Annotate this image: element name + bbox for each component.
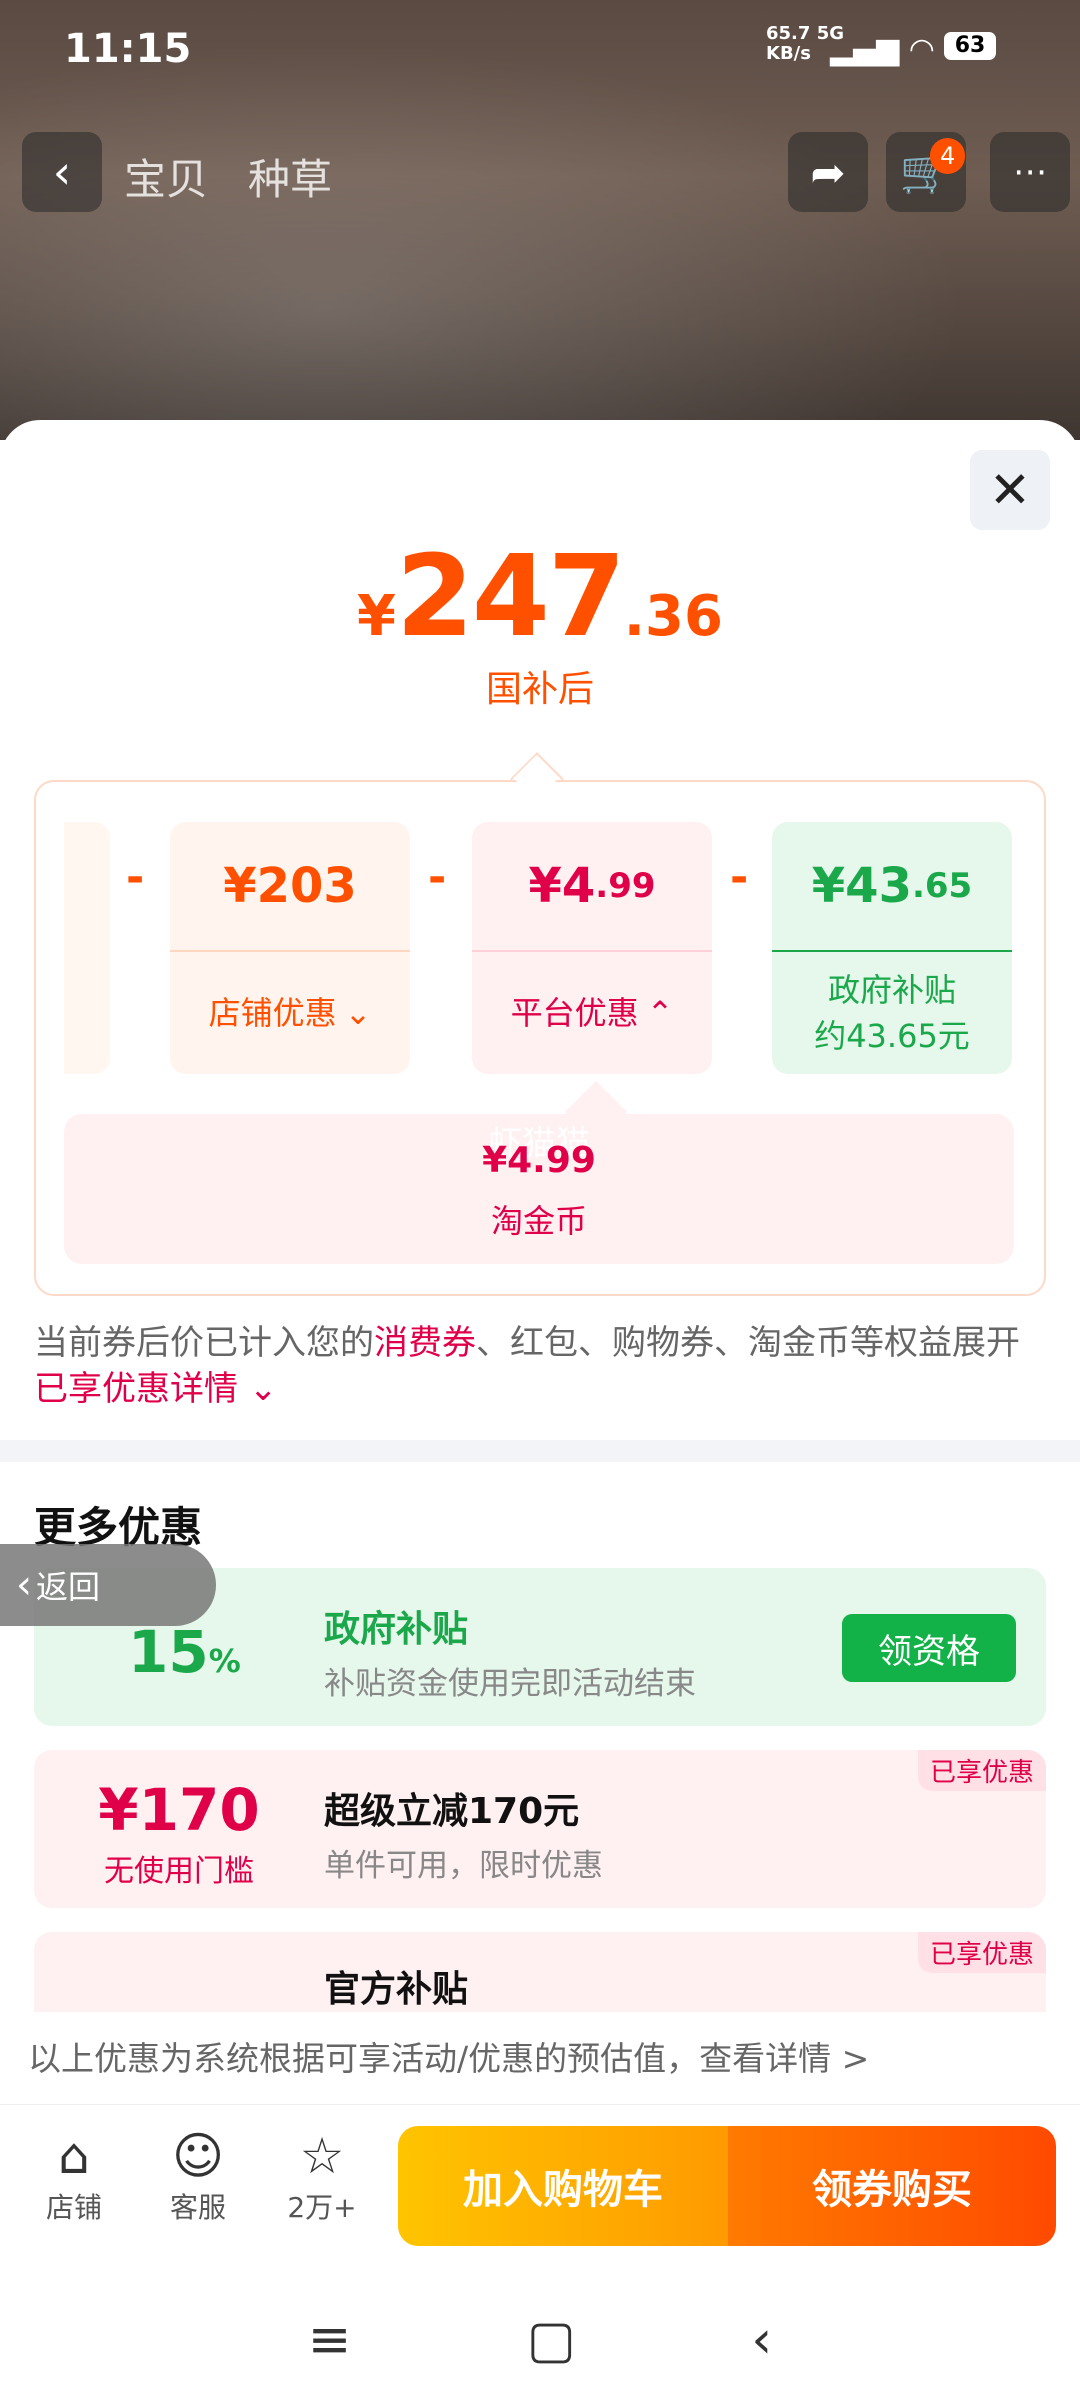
back-icon[interactable]: ‹	[751, 2310, 772, 2370]
minus-sign: -	[126, 852, 145, 903]
status-time: 11:15	[64, 26, 192, 72]
more-icon: ⋯	[1013, 152, 1047, 192]
shop-discount-card[interactable]: ¥203 店铺优惠 ⌄	[170, 822, 410, 1074]
battery-icon: 63	[944, 32, 996, 60]
shop-button[interactable]: ⌂ 店铺	[24, 2126, 124, 2226]
buy-with-coupon-button[interactable]: 领券购买	[728, 2126, 1056, 2246]
close-button[interactable]: ✕	[970, 450, 1050, 530]
enjoyed-tag: 已享优惠	[917, 1932, 1046, 1973]
final-price: ¥247.36	[357, 532, 723, 662]
coin-amount: ¥4.99	[482, 1140, 596, 1181]
enjoyed-tag: 已享优惠	[917, 1750, 1046, 1791]
return-button[interactable]: ‹ 返回	[0, 1544, 216, 1626]
chevron-left-icon: ‹	[52, 145, 72, 199]
price-label: 国补后	[485, 669, 594, 710]
home-icon[interactable]: ▢	[527, 2310, 576, 2370]
back-button[interactable]: ‹	[22, 132, 102, 212]
chevron-down-icon: ⌄	[248, 1369, 278, 1409]
close-icon: ✕	[989, 461, 1031, 519]
nav-tabs: 宝贝 种草	[124, 146, 372, 207]
estimate-disclaimer-link[interactable]: 以上优惠为系统根据可享活动/优惠的预估值，查看详情 >	[28, 2032, 869, 2080]
minus-sign: -	[730, 852, 749, 903]
claim-qualification-button[interactable]: 领资格	[842, 1614, 1016, 1682]
discount-details-link[interactable]: 已享优惠详情 ⌄	[34, 1369, 277, 1409]
favorite-button[interactable]: ☆ 2万+	[272, 2126, 372, 2226]
gov-subsidy-card[interactable]: ¥43.65 政府补贴 约43.65元	[772, 822, 1012, 1074]
tab-seeding[interactable]: 种草	[248, 155, 332, 204]
customer-service-button[interactable]: ☺ 客服	[148, 2126, 248, 2226]
add-to-cart-button[interactable]: 加入购物车	[398, 2126, 728, 2246]
signal-wifi-icon: ▂▄▆ ◠	[830, 32, 935, 67]
offer-instant-discount: 已享优惠 ¥170 无使用门槛 超级立减170元 单件可用，限时优惠	[34, 1750, 1046, 1908]
offer-official-subsidy: 已享优惠 官方补贴	[34, 1932, 1046, 2012]
section-divider	[0, 1440, 1080, 1462]
chevron-up-icon: ⌃	[646, 994, 674, 1032]
share-icon: ➦	[810, 147, 846, 197]
chevron-left-icon: ‹	[16, 1562, 32, 1608]
share-button[interactable]: ➦	[788, 132, 868, 212]
platform-discount-card[interactable]: ¥4.99 平台优惠 ⌃	[472, 822, 712, 1074]
more-button[interactable]: ⋯	[990, 132, 1070, 212]
chevron-down-icon: ⌄	[344, 994, 372, 1032]
discount-note: 当前券后价已计入您的消费券、红包、购物券、淘金币等权益展开已享优惠详情 ⌄	[34, 1323, 1020, 1409]
system-navigation-bar: ≡ ▢ ‹	[0, 2280, 1080, 2400]
recent-apps-icon[interactable]: ≡	[308, 2310, 352, 2370]
tab-product[interactable]: 宝贝	[124, 155, 208, 204]
store-icon: ⌂	[58, 2127, 90, 2185]
minus-sign: -	[428, 852, 447, 903]
coin-label: 淘金币	[490, 1202, 587, 1240]
chat-face-icon: ☺	[171, 2127, 225, 2185]
taojinbi-row: 虾猫猫 ¥4.99 淘金币	[64, 1114, 1014, 1264]
star-icon: ☆	[299, 2127, 345, 2185]
card-hidden	[64, 822, 110, 1074]
cart-badge: 4	[930, 138, 966, 174]
